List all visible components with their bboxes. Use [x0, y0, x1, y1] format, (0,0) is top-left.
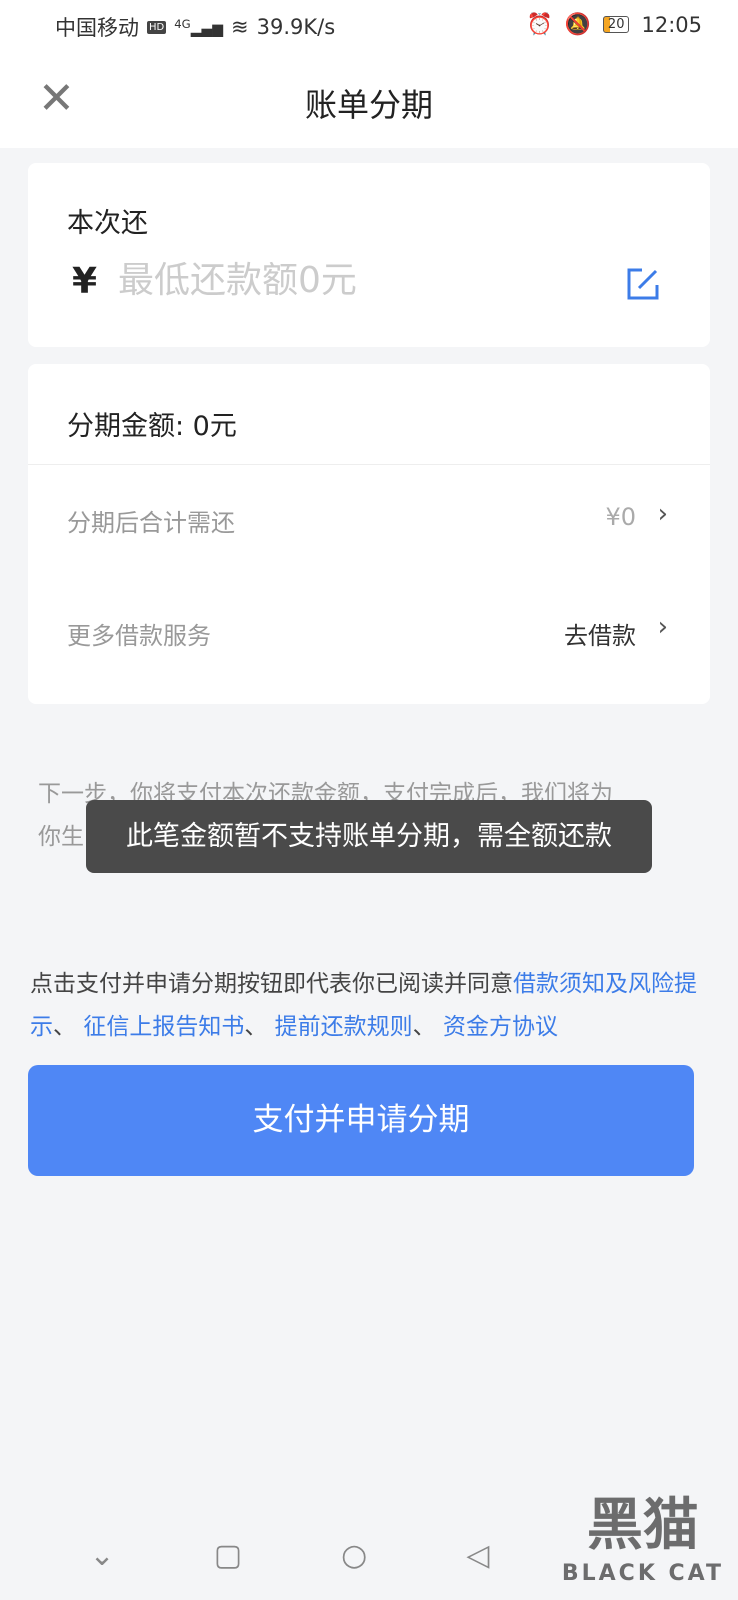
installment-amount: 分期金额: 0元 — [67, 411, 237, 442]
link-credit-report[interactable]: 征信上报告知书 — [83, 1014, 244, 1040]
battery-icon: 20 — [602, 16, 630, 33]
mute-icon: 🔕 — [564, 12, 591, 36]
toast-message: 此笔金额暂不支持账单分期，需全额还款 — [86, 800, 652, 873]
alarm-icon: ⏰ — [526, 12, 553, 36]
more-loan-row[interactable]: 更多借款服务 去借款 › — [28, 578, 710, 683]
watermark-en: BLACK CAT — [561, 1561, 724, 1586]
pay-and-apply-button[interactable]: 支付并申请分期 — [28, 1065, 694, 1176]
repay-card: 本次还 ¥ — [28, 163, 710, 347]
row-label: 分期后合计需还 — [67, 509, 235, 537]
chevron-right-icon: › — [657, 499, 668, 529]
link-prepay-rules[interactable]: 提前还款规则 — [275, 1014, 413, 1040]
separator: 、 — [412, 1014, 443, 1040]
clock: 12:05 — [641, 12, 702, 37]
chevron-right-icon: › — [657, 612, 668, 642]
row-label: 更多借款服务 — [67, 622, 211, 650]
watermark-logo: 黑猫 BLACK CAT — [562, 1480, 724, 1586]
repay-label: 本次还 — [67, 208, 148, 239]
watermark-cn: 黑猫 — [586, 1493, 699, 1558]
currency-symbol: ¥ — [72, 261, 98, 302]
installment-card: 分期金额: 0元 分期后合计需还 ¥0 › 更多借款服务 去借款 › — [28, 364, 710, 704]
repay-amount-input[interactable] — [118, 255, 598, 305]
home-icon[interactable]: ○ — [341, 1538, 367, 1573]
hd-icon: HD — [147, 20, 167, 34]
hide-nav-icon[interactable]: ⌄ — [90, 1538, 115, 1573]
carrier: 中国移动 — [55, 16, 139, 40]
total-repay-row[interactable]: 分期后合计需还 ¥0 › — [28, 464, 710, 569]
agreement-text: 点击支付并申请分期按钮即代表你已阅读并同意借款须知及风险提示、 征信上报告知书、… — [30, 963, 710, 1049]
wifi-icon: ≋ — [231, 15, 249, 39]
back-icon[interactable]: ◁ — [466, 1538, 489, 1573]
link-funder-agreement[interactable]: 资金方协议 — [443, 1014, 558, 1040]
network-type: 4G — [174, 16, 191, 31]
separator: 、 — [244, 1014, 275, 1040]
status-bar: 中国移动 HD 4G▂▄▆ ≋ 39.9K/s ⏰ 🔕 20 12:05 — [0, 0, 738, 50]
row-value: 去借款 — [564, 622, 636, 650]
separator: 、 — [53, 1014, 84, 1040]
row-value: ¥0 — [605, 503, 636, 531]
page-title: 账单分期 — [304, 86, 433, 124]
nav-bar: ✕ 账单分期 — [0, 50, 738, 148]
recents-icon[interactable]: ▢ — [214, 1538, 242, 1573]
agreement-prefix: 点击支付并申请分期按钮即代表你已阅读并同意 — [30, 971, 513, 997]
edit-icon[interactable] — [626, 267, 660, 301]
net-speed: 39.9K/s — [256, 15, 336, 39]
signal-icon: 4G▂▄▆ — [174, 16, 223, 38]
